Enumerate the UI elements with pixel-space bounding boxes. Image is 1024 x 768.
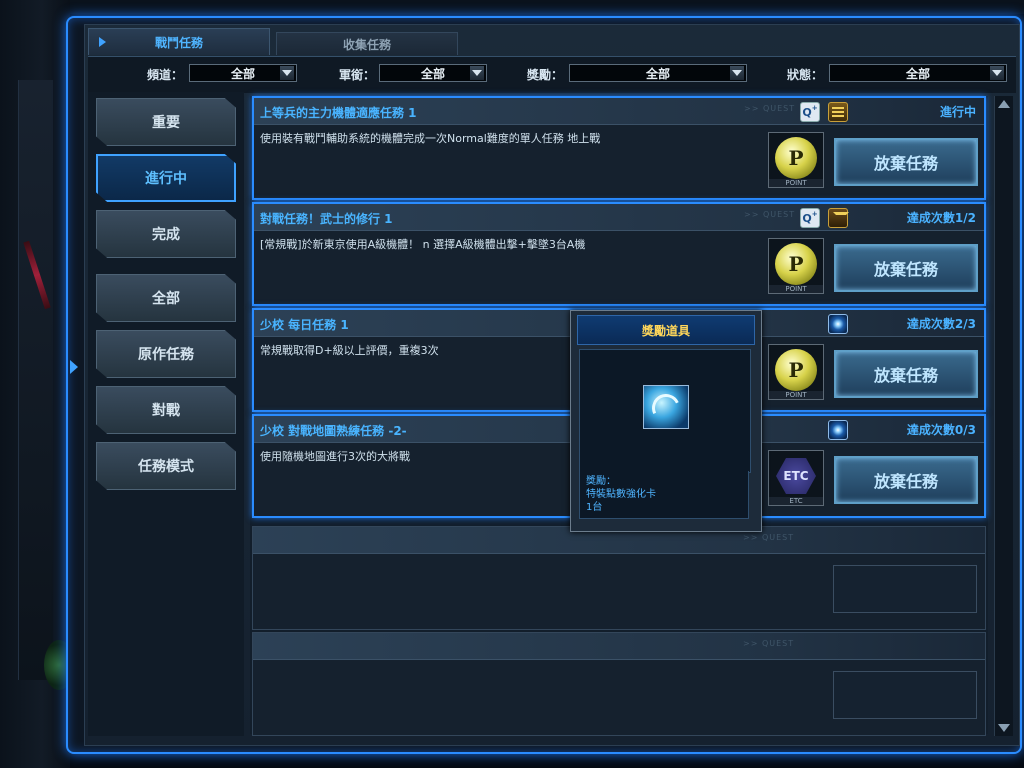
mission-description: 常規戰取得D+級以上評價，重複3次: [260, 344, 439, 357]
sidebar-item-label: 進行中: [145, 171, 187, 187]
rank-chevron-icon: [828, 208, 849, 228]
abandon-mission-button[interactable]: 放棄任務: [834, 350, 978, 398]
top-strip: [70, 0, 1024, 14]
filter-select-channel[interactable]: 全部: [189, 64, 297, 82]
sidebar-item-original-story[interactable]: 原作任務: [96, 330, 236, 378]
collapse-arrow-icon[interactable]: [66, 340, 82, 400]
reward-caption: POINT: [769, 179, 823, 187]
point-coin-icon: P: [775, 349, 817, 391]
reward-slot[interactable]: ETC ETC: [768, 450, 824, 506]
sidebar-item-label: 全部: [152, 291, 180, 307]
tab-label: 戰鬥任務: [154, 35, 203, 50]
mission-status: 達成次數2/3: [906, 317, 976, 331]
mission-status: 達成次數1/2: [906, 211, 976, 225]
filter-value: 全部: [420, 66, 445, 81]
empty-mission-row: >> QUEST: [252, 526, 986, 630]
filter-label-reward: 獎勵：: [527, 68, 564, 82]
quest-plus-icon: Q +: [800, 208, 820, 228]
etc-item-icon: ETC: [776, 458, 816, 494]
quest-watermark: >> QUEST: [743, 639, 795, 648]
filter-label-channel: 頻道：: [147, 68, 184, 82]
reward-caption: POINT: [769, 285, 823, 293]
abandon-mission-button[interactable]: 放棄任務: [834, 456, 978, 504]
tab-collection-missions[interactable]: 收集任務: [276, 32, 458, 55]
dropdown-arrow-icon[interactable]: [470, 66, 484, 80]
enhancement-card-icon: [643, 385, 689, 429]
reward-slot[interactable]: P POINT: [768, 238, 824, 294]
empty-button-slot: [833, 565, 977, 613]
reward-slot[interactable]: P POINT: [768, 132, 824, 188]
tab-battle-missions[interactable]: 戰鬥任務: [88, 28, 270, 55]
mission-row[interactable]: 上等兵的主力機體適應任務 1 >> QUEST Q + 進行中 使用裝有戰鬥輔助系…: [252, 96, 986, 200]
filter-label-status: 狀態：: [787, 68, 824, 82]
mission-title: 對戰任務！武士的修行 1: [260, 212, 393, 226]
abandon-mission-button[interactable]: 放棄任務: [834, 244, 978, 292]
scroll-up-arrow-icon[interactable]: [998, 100, 1010, 108]
sidebar-item-important[interactable]: 重要: [96, 98, 236, 146]
mission-title: 少校 每日任務 1: [260, 318, 349, 332]
tooltip-title: 獎勵道具: [577, 315, 755, 345]
mission-status: 達成次數0/3: [906, 423, 976, 437]
reward-slot[interactable]: P POINT: [768, 344, 824, 400]
mission-row[interactable]: 對戰任務！武士的修行 1 >> QUEST Q + 達成次數1/2 [常規戰]於新…: [252, 202, 986, 306]
mission-list-scrollbar[interactable]: [994, 96, 1013, 736]
daily-star-icon: [828, 314, 848, 334]
tooltip-image-box: [579, 349, 751, 473]
dropdown-arrow-icon[interactable]: [730, 66, 744, 80]
filter-value: 全部: [645, 66, 670, 81]
tab-label: 收集任務: [342, 37, 391, 52]
quest-watermark: >> QUEST: [744, 210, 796, 219]
sidebar-item-label: 完成: [152, 227, 180, 243]
daily-star-icon: [828, 420, 848, 440]
reward-caption: ETC: [769, 497, 823, 505]
quest-watermark: >> QUEST: [743, 533, 795, 542]
mission-title: 上等兵的主力機體適應任務 1: [260, 106, 417, 120]
tooltip-item-count: 1台: [586, 502, 603, 513]
reward-item-tooltip: 獎勵道具 獎勵： 特裝點數強化卡 1台: [570, 310, 762, 532]
background-mech-strip: [18, 80, 53, 680]
empty-button-slot: [833, 671, 977, 719]
abandon-mission-button[interactable]: 放棄任務: [834, 138, 978, 186]
quest-watermark: >> QUEST: [744, 104, 796, 113]
sidebar-item-completed[interactable]: 完成: [96, 210, 236, 258]
filter-value: 全部: [905, 66, 930, 81]
mission-description: [常規戰]於新東京使用A級機體！ n 選擇A級機體出擊+擊墜3台A機: [260, 238, 586, 251]
dropdown-arrow-icon[interactable]: [990, 66, 1004, 80]
filter-select-rank[interactable]: 全部: [379, 64, 487, 82]
mission-status: 進行中: [939, 105, 976, 119]
filter-label-rank: 軍銜：: [339, 68, 376, 82]
tooltip-reward-label: 獎勵：: [586, 476, 616, 487]
tooltip-text: 獎勵： 特裝點數強化卡 1台: [579, 471, 749, 519]
filter-value: 全部: [230, 66, 255, 81]
sidebar-item-mission-mode[interactable]: 任務模式: [96, 442, 236, 490]
background-art: [0, 0, 74, 768]
mission-description: 使用裝有戰鬥輔助系統的機體完成一次Normal難度的單人任務 地上戰: [260, 132, 601, 145]
empty-mission-row: >> QUEST: [252, 632, 986, 736]
sidebar-item-versus[interactable]: 對戰: [96, 386, 236, 434]
mission-title: 少校 對戰地圖熟練任務 -2-: [260, 424, 407, 438]
tooltip-item-name: 特裝點數強化卡: [586, 489, 656, 500]
gold-stripes-icon: [828, 102, 848, 122]
mission-description: 使用隨機地圖進行3次的大將戰: [260, 450, 410, 463]
sidebar-item-label: 任務模式: [138, 459, 194, 475]
point-coin-icon: P: [775, 243, 817, 285]
sidebar-item-label: 原作任務: [138, 347, 194, 363]
filter-select-reward[interactable]: 全部: [569, 64, 747, 82]
tab-arrow-icon: [99, 37, 106, 47]
sidebar-item-all[interactable]: 全部: [96, 274, 236, 322]
sidebar-item-label: 重要: [152, 115, 180, 131]
quest-plus-icon: Q +: [800, 102, 820, 122]
scroll-down-arrow-icon[interactable]: [998, 724, 1010, 732]
reward-caption: POINT: [769, 391, 823, 399]
filter-select-status[interactable]: 全部: [829, 64, 1007, 82]
sidebar-item-label: 對戰: [152, 403, 180, 419]
sidebar-item-in-progress[interactable]: 進行中: [96, 154, 236, 202]
mission-header: [253, 633, 985, 660]
dropdown-arrow-icon[interactable]: [280, 66, 294, 80]
point-coin-icon: P: [775, 137, 817, 179]
